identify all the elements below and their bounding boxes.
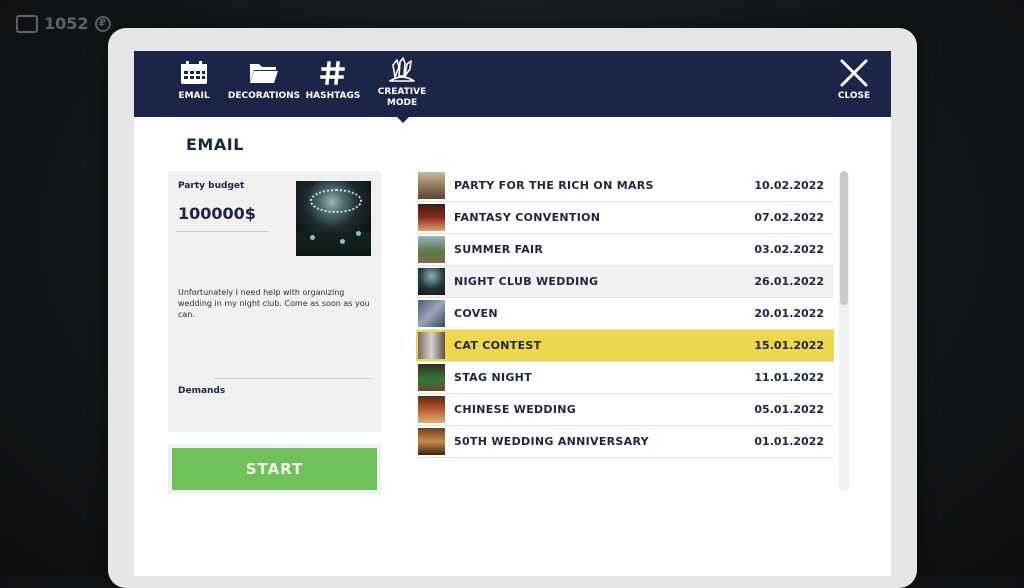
nav-decorations[interactable]: DECORATIONS — [227, 59, 301, 102]
email-date: 05.01.2022 — [754, 403, 824, 416]
ruble-icon: ₽ — [94, 15, 111, 32]
email-list: PARTY FOR THE RICH ON MARS 10.02.2022 FA… — [416, 170, 836, 490]
email-title: NIGHT CLUB WEDDING — [454, 275, 599, 288]
crystal-icon — [387, 57, 417, 83]
hashtag-icon — [320, 59, 346, 87]
active-tab-indicator — [397, 117, 409, 123]
tablet-screen: EMAIL DECORATIONS HASHTAGS CREATIVE MODE… — [134, 51, 891, 576]
start-button-label: START — [172, 448, 377, 490]
email-title: PARTY FOR THE RICH ON MARS — [454, 179, 654, 192]
email-thumbnail — [418, 204, 445, 231]
description-divider — [214, 378, 372, 379]
calendar-icon — [180, 59, 208, 87]
email-date: 03.02.2022 — [754, 243, 824, 256]
email-description: Unfortunately I need help with organizin… — [178, 288, 370, 319]
email-row[interactable]: SUMMER FAIR 03.02.2022 — [416, 234, 834, 266]
email-title: 50TH WEDDING ANNIVERSARY — [454, 435, 649, 448]
email-thumbnail — [418, 396, 445, 423]
nav-creative-mode[interactable]: CREATIVE MODE — [376, 57, 428, 109]
budget-label: Party budget — [178, 181, 245, 191]
wallet-icon — [16, 14, 38, 33]
close-label: CLOSE — [837, 91, 871, 101]
email-date: 15.01.2022 — [754, 339, 824, 352]
email-row[interactable]: FANTASY CONVENTION 07.02.2022 — [416, 202, 834, 234]
email-row[interactable]: PARTY FOR THE RICH ON MARS 10.02.2022 — [416, 170, 834, 202]
email-title: STAG NIGHT — [454, 371, 532, 384]
page-title: EMAIL — [186, 135, 244, 154]
email-thumbnail — [418, 364, 445, 391]
email-row[interactable]: STAG NIGHT 11.01.2022 — [416, 362, 834, 394]
email-row[interactable]: NIGHT CLUB WEDDING 26.01.2022 — [416, 266, 834, 298]
email-date: 26.01.2022 — [754, 275, 824, 288]
nav-creative-label-line1: CREATIVE — [377, 87, 427, 97]
email-title: CAT CONTEST — [454, 339, 542, 352]
email-title: SUMMER FAIR — [454, 243, 544, 256]
email-thumbnail — [418, 428, 445, 455]
email-row[interactable]: 50TH WEDDING ANNIVERSARY 01.01.2022 — [416, 426, 834, 458]
email-title: FANTASY CONVENTION — [454, 211, 601, 224]
nav-decorations-label: DECORATIONS — [227, 91, 301, 101]
event-preview-image — [296, 181, 371, 256]
email-date: 11.01.2022 — [754, 371, 824, 384]
nav-email-label: EMAIL — [178, 91, 210, 101]
top-nav-bar: EMAIL DECORATIONS HASHTAGS CREATIVE MODE… — [134, 51, 891, 117]
email-thumbnail — [418, 236, 445, 263]
money-display: 1052 ₽ — [16, 14, 111, 33]
nav-hashtags[interactable]: HASHTAGS — [306, 59, 360, 102]
close-button[interactable]: CLOSE — [834, 59, 874, 102]
start-button[interactable]: START — [168, 444, 381, 494]
email-detail-panel: Party budget 100000$ Unfortunately I nee… — [168, 171, 381, 432]
demands-label: Demands — [178, 386, 226, 396]
money-amount: 1052 — [44, 14, 89, 33]
email-thumbnail — [418, 332, 445, 359]
email-date: 20.01.2022 — [754, 307, 824, 320]
folder-icon — [249, 59, 279, 87]
nav-hashtags-label: HASHTAGS — [305, 91, 361, 101]
email-list-scrollbar[interactable] — [839, 171, 849, 491]
close-icon — [839, 59, 869, 87]
nav-email[interactable]: EMAIL — [174, 59, 214, 102]
scrollbar-thumb[interactable] — [840, 171, 848, 305]
email-row-selected[interactable]: CAT CONTEST 15.01.2022 — [416, 330, 834, 362]
email-row[interactable]: COVEN 20.01.2022 — [416, 298, 834, 330]
email-row[interactable]: CHINESE WEDDING 05.01.2022 — [416, 394, 834, 426]
budget-value: 100000$ — [178, 204, 256, 223]
email-thumbnail — [418, 172, 445, 199]
email-title: CHINESE WEDDING — [454, 403, 577, 416]
email-title: COVEN — [454, 307, 498, 320]
email-date: 01.01.2022 — [754, 435, 824, 448]
nav-creative-label: CREATIVE MODE — [378, 87, 427, 109]
email-date: 07.02.2022 — [754, 211, 824, 224]
email-thumbnail — [418, 300, 445, 327]
email-date: 10.02.2022 — [754, 179, 824, 192]
budget-divider — [176, 231, 268, 232]
nav-creative-label-line2: MODE — [386, 98, 418, 108]
email-thumbnail — [418, 268, 445, 295]
